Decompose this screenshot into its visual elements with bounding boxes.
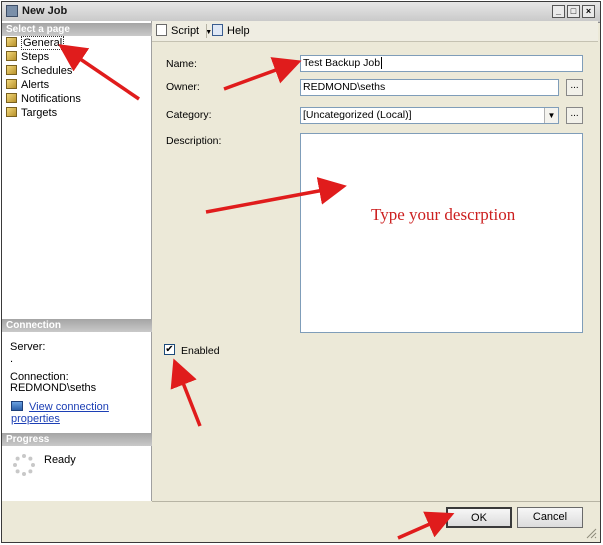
arrow-to-description (205, 177, 347, 214)
annotation-arrows (58, 44, 455, 540)
arrow-to-general (58, 44, 140, 101)
arrow-to-name (223, 57, 302, 91)
arrow-to-enabled (170, 358, 202, 427)
arrow-to-ok (397, 511, 455, 540)
